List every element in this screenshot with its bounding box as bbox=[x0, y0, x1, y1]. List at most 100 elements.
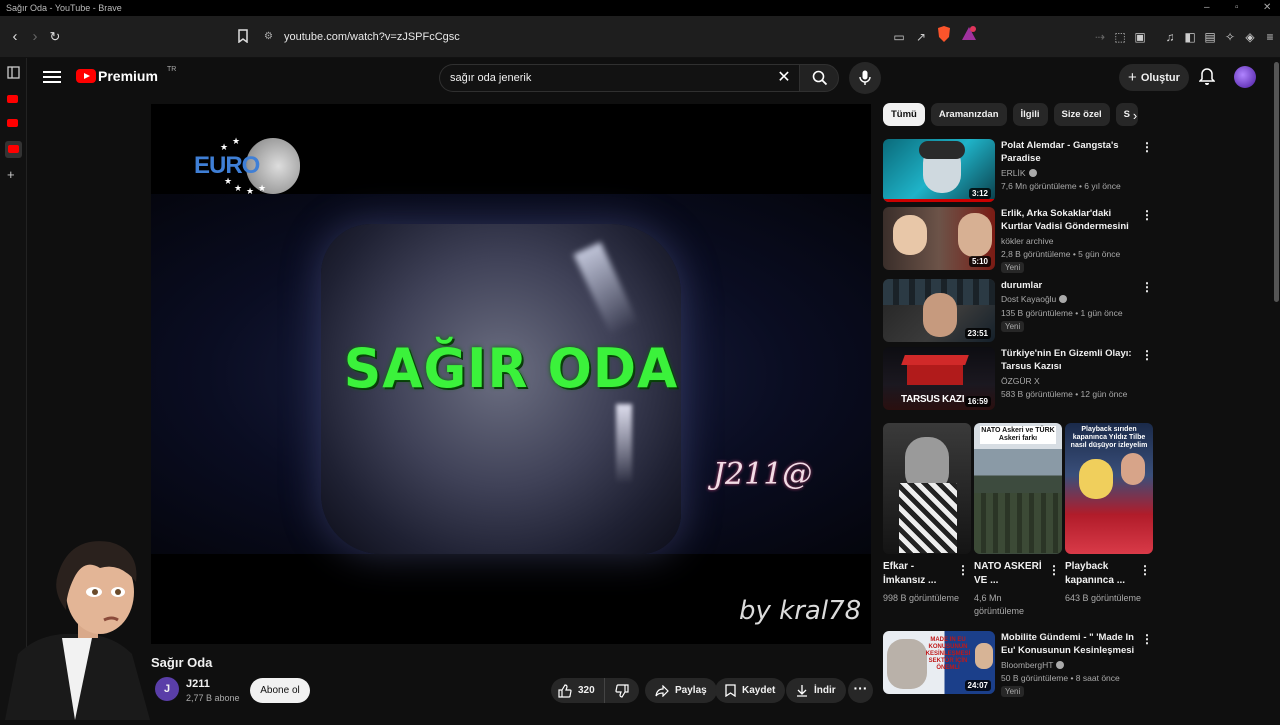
rec-title[interactable]: Polat Alemdar - Gangsta's Paradise bbox=[1001, 139, 1136, 165]
video-overlay-title: SAĞIR ODA bbox=[343, 337, 679, 401]
screenshot-icon[interactable]: ▣ bbox=[1132, 29, 1148, 45]
rec-meta: 7,6 Mn görüntüleme • 6 yıl önce bbox=[1001, 181, 1121, 191]
chip-for-you[interactable]: Size özel bbox=[1053, 103, 1110, 126]
rec-menu-icon[interactable]: ⋮ bbox=[1141, 280, 1153, 294]
like-button[interactable]: 320 bbox=[551, 678, 605, 703]
channel-name[interactable]: J211 bbox=[186, 678, 210, 690]
rec-channel[interactable]: ÖZGÜR X bbox=[1001, 376, 1040, 386]
short-item[interactable]: Efkar - İmkansız ... 998 B görüntüleme ⋮ bbox=[883, 423, 971, 623]
chip-related[interactable]: İlgili bbox=[1012, 103, 1048, 126]
recommendation-item[interactable]: MADE IN EU KONUSUNUN KESİNLEŞMESİ SEKTÖR… bbox=[883, 631, 1153, 697]
site-info-icon[interactable]: ⚙ bbox=[264, 31, 273, 42]
brave-shields-icon[interactable] bbox=[936, 25, 958, 45]
page-scrollbar[interactable] bbox=[1274, 62, 1279, 302]
video-thumbnail[interactable]: MADE IN EU KONUSUNUN KESİNLEŞMESİ SEKTÖR… bbox=[883, 631, 995, 694]
forward-icon[interactable]: › bbox=[24, 26, 46, 48]
dislike-button[interactable] bbox=[607, 678, 639, 703]
search-button[interactable] bbox=[799, 64, 839, 92]
youtube-play-icon bbox=[76, 69, 96, 83]
chip-all[interactable]: Tümü bbox=[883, 103, 925, 126]
voice-search-button[interactable] bbox=[849, 62, 881, 94]
subscribe-button[interactable]: Abone ol bbox=[250, 678, 310, 703]
short-views: 643 B görüntüleme bbox=[1065, 593, 1142, 603]
recommendation-item[interactable]: 23:51 durumlar Dost Kayaoğlu 135 B görün… bbox=[883, 279, 1153, 343]
related-filter-chips: Tümü Aramanızdan İlgili Size özel S bbox=[883, 103, 1143, 126]
brave-rewards-icon[interactable] bbox=[960, 25, 982, 45]
search-input[interactable]: sağır oda jenerik ✕ bbox=[439, 64, 799, 92]
rec-menu-icon[interactable]: ⋮ bbox=[1141, 208, 1153, 222]
microphone-icon bbox=[859, 70, 871, 85]
recommendation-item[interactable]: TARSUS KAZI 16:59 Türkiye'nin En Gizemli… bbox=[883, 347, 1153, 411]
reload-icon[interactable]: ↻ bbox=[44, 26, 66, 48]
search-query: sağır oda jenerik bbox=[450, 72, 532, 84]
hamburger-menu-icon[interactable] bbox=[43, 68, 61, 86]
back-icon[interactable]: ‹ bbox=[4, 26, 26, 48]
extension-disabled-icon[interactable]: ⇢ bbox=[1092, 29, 1108, 45]
vpn-icon[interactable]: ◈ bbox=[1242, 29, 1258, 45]
sidebar-toggle-icon[interactable]: ◧ bbox=[1182, 29, 1198, 45]
rec-menu-icon[interactable]: ⋮ bbox=[1141, 140, 1153, 154]
watermark-by-text: by kral78 bbox=[739, 596, 862, 626]
share-icon[interactable]: ↗ bbox=[913, 29, 929, 45]
short-item[interactable]: Playback sırıden kapanınca Yıldız Tilbe … bbox=[1065, 423, 1153, 623]
media-icon[interactable]: ♫ bbox=[1162, 29, 1178, 45]
cast-icon[interactable]: ▭ bbox=[891, 29, 907, 45]
close-window-icon[interactable]: ✕ bbox=[1263, 2, 1271, 13]
video-duration: 23:51 bbox=[964, 328, 991, 339]
youtube-premium-logo[interactable]: Premium TR bbox=[76, 66, 176, 84]
short-menu-icon[interactable]: ⋮ bbox=[957, 563, 969, 577]
sidebar-add-icon[interactable]: + bbox=[7, 168, 20, 181]
short-thumbnail[interactable]: Playback sırıden kapanınca Yıldız Tilbe … bbox=[1065, 423, 1153, 554]
short-title[interactable]: Efkar - İmkansız ... bbox=[883, 560, 955, 588]
account-avatar[interactable] bbox=[1234, 66, 1256, 88]
create-button[interactable]: + Oluştur bbox=[1119, 64, 1189, 91]
rec-channel[interactable]: kökler archive bbox=[1001, 236, 1053, 246]
more-actions-button[interactable]: ··· bbox=[848, 678, 873, 703]
rec-title[interactable]: Mobilite Gündemi - " 'Made In Eu' Konusu… bbox=[1001, 631, 1136, 657]
browser-menu-icon[interactable]: ≡ bbox=[1262, 29, 1278, 45]
chip-from-search[interactable]: Aramanızdan bbox=[930, 103, 1007, 126]
share-button[interactable]: Paylaş bbox=[645, 678, 717, 703]
channel-avatar[interactable]: J bbox=[155, 677, 179, 701]
rec-channel[interactable]: ERLİK bbox=[1001, 168, 1037, 178]
video-thumbnail[interactable]: 23:51 bbox=[883, 279, 995, 342]
sidebar-youtube-icon-1[interactable] bbox=[7, 93, 20, 106]
video-player[interactable]: EURO ★ ★ ★ ★ ★ ★ SAĞIR ODA J211@ by kral… bbox=[151, 104, 871, 644]
video-thumbnail[interactable]: 5:10 bbox=[883, 207, 995, 270]
leo-ai-icon[interactable]: ✧ bbox=[1222, 29, 1238, 45]
download-button[interactable]: İndir bbox=[786, 678, 846, 703]
chevron-right-icon[interactable]: › bbox=[1127, 108, 1143, 124]
short-menu-icon[interactable]: ⋮ bbox=[1048, 563, 1060, 577]
short-thumbnail[interactable]: NATO Askeri ve TÜRK Askeri farkı bbox=[974, 423, 1062, 554]
sidebar-panel-icon[interactable] bbox=[7, 66, 20, 79]
rec-channel[interactable]: BloombergHT bbox=[1001, 660, 1065, 670]
short-menu-icon[interactable]: ⋮ bbox=[1139, 563, 1151, 577]
sidebar-youtube-icon-2[interactable] bbox=[7, 117, 20, 130]
short-item[interactable]: NATO Askeri ve TÜRK Askeri farkı NATO AS… bbox=[974, 423, 1062, 623]
recommendation-item[interactable]: 3:12 Polat Alemdar - Gangsta's Paradise … bbox=[883, 139, 1153, 203]
recommendation-item[interactable]: 5:10 Erlik, Arka Sokaklar'daki Kurtlar V… bbox=[883, 207, 1153, 273]
clear-search-icon[interactable]: ✕ bbox=[775, 69, 793, 87]
minimize-icon[interactable]: – bbox=[1204, 2, 1210, 13]
rec-channel[interactable]: Dost Kayaoğlu bbox=[1001, 294, 1068, 304]
restore-icon[interactable]: ▫ bbox=[1235, 2, 1239, 13]
star-icon: ★ bbox=[246, 186, 255, 196]
rec-menu-icon[interactable]: ⋮ bbox=[1141, 348, 1153, 362]
sidebar-youtube-icon-3[interactable] bbox=[5, 141, 22, 158]
notifications-bell-icon[interactable] bbox=[1197, 67, 1217, 87]
rec-title[interactable]: durumlar bbox=[1001, 279, 1136, 292]
rec-menu-icon[interactable]: ⋮ bbox=[1141, 632, 1153, 646]
save-button[interactable]: Kaydet bbox=[715, 678, 786, 703]
bookmark-icon[interactable] bbox=[235, 29, 251, 45]
short-thumbnail[interactable] bbox=[883, 423, 971, 554]
short-title[interactable]: NATO ASKERİ VE ... bbox=[974, 560, 1046, 588]
rec-title[interactable]: Türkiye'nin En Gizemli Olayı: Tarsus Kaz… bbox=[1001, 347, 1136, 373]
wallet-icon[interactable]: ▤ bbox=[1202, 29, 1218, 45]
video-thumbnail[interactable]: 3:12 bbox=[883, 139, 995, 202]
rec-title[interactable]: Erlik, Arka Sokaklar'daki Kurtlar Vadisi… bbox=[1001, 207, 1136, 233]
ice-highlight bbox=[616, 404, 632, 484]
short-title[interactable]: Playback kapanınca ... bbox=[1065, 560, 1137, 588]
extensions-icon[interactable]: ⬚ bbox=[1112, 29, 1128, 45]
video-thumbnail[interactable]: TARSUS KAZI 16:59 bbox=[883, 347, 995, 410]
streamer-avatar-illustration bbox=[0, 534, 150, 720]
